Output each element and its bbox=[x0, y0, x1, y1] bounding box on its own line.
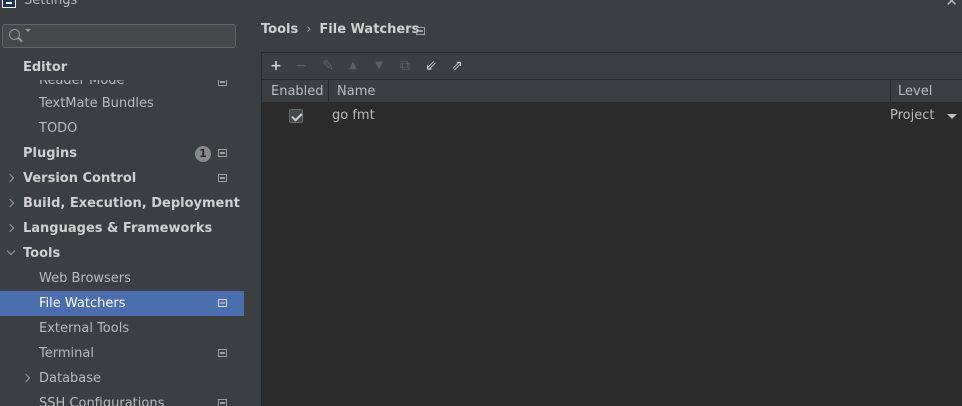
breadcrumb-parent[interactable]: Tools bbox=[261, 22, 298, 37]
table-header: Enabled Name Level bbox=[262, 79, 962, 103]
chevron-down-icon[interactable] bbox=[947, 114, 957, 119]
copy-icon[interactable]: ⧉ bbox=[396, 57, 414, 75]
window-title: Settings bbox=[24, 0, 78, 8]
sidebar-item-label: Plugins bbox=[23, 146, 77, 161]
breadcrumb: Tools › File Watchers bbox=[261, 22, 419, 37]
breadcrumb-separator: › bbox=[306, 22, 312, 37]
update-count-badge: 1 bbox=[195, 146, 211, 162]
sidebar-item-textmate-bundles[interactable]: TextMate Bundles bbox=[0, 91, 244, 116]
sidebar-item-label: Web Browsers bbox=[39, 271, 131, 286]
project-scope-icon bbox=[218, 149, 227, 157]
sidebar-item-external-tools[interactable]: External Tools bbox=[0, 316, 244, 341]
sidebar-item-version-control[interactable]: Version Control bbox=[0, 166, 244, 191]
search-icon bbox=[9, 29, 20, 40]
sidebar-item-build-execution-deployment[interactable]: Build, Execution, Deployment bbox=[0, 191, 244, 216]
sidebar-item-tools[interactable]: Tools bbox=[0, 241, 244, 266]
export-icon[interactable]: ⇗ bbox=[448, 57, 466, 75]
project-scope-icon bbox=[416, 27, 425, 35]
sidebar-section-label: Editor bbox=[23, 60, 68, 75]
sidebar-item-label: Database bbox=[39, 371, 102, 386]
chevron-right-icon[interactable] bbox=[5, 198, 15, 208]
chevron-down-icon[interactable] bbox=[6, 246, 16, 256]
chevron-right-icon[interactable] bbox=[21, 373, 31, 383]
watcher-name: go fmt bbox=[332, 108, 375, 123]
chevron-right-icon[interactable] bbox=[5, 173, 15, 183]
sidebar-item-ssh-configurations[interactable]: SSH Configurations bbox=[0, 391, 244, 406]
sidebar-item-label: File Watchers bbox=[39, 296, 126, 311]
column-header-enabled[interactable]: Enabled bbox=[271, 84, 324, 99]
import-icon[interactable]: ⇙ bbox=[422, 57, 440, 75]
breadcrumb-current: File Watchers bbox=[319, 22, 420, 37]
settings-content: Tools › File Watchers + − ✎ ▲ ▼ ⧉ ⇙ ⇗ Enab… bbox=[244, 10, 962, 406]
sidebar-item-languages-frameworks[interactable]: Languages & Frameworks bbox=[0, 216, 244, 241]
sidebar-item-todo[interactable]: TODO bbox=[0, 116, 244, 141]
settings-sidebar: Editor Reader Mode TextMate Bundles TODO… bbox=[0, 10, 244, 406]
project-scope-icon bbox=[218, 399, 227, 406]
remove-icon[interactable]: − bbox=[292, 57, 310, 75]
project-scope-icon bbox=[218, 299, 227, 307]
move-down-icon[interactable]: ▼ bbox=[370, 57, 388, 75]
sidebar-item-label: Tools bbox=[23, 246, 61, 261]
sidebar-item-label: Languages & Frameworks bbox=[23, 221, 213, 236]
edit-icon[interactable]: ✎ bbox=[319, 57, 337, 75]
sidebar-item-label: Terminal bbox=[39, 346, 94, 361]
close-icon[interactable]: ✕ bbox=[945, 0, 958, 10]
project-scope-icon bbox=[218, 174, 227, 182]
search-input[interactable] bbox=[2, 24, 236, 48]
column-divider[interactable] bbox=[890, 80, 891, 103]
window-titlebar: Settings ✕ bbox=[0, 0, 962, 10]
sidebar-item-label: TODO bbox=[39, 121, 78, 136]
chevron-right-icon[interactable] bbox=[5, 223, 15, 233]
table-row[interactable]: go fmt Project bbox=[262, 103, 962, 128]
app-icon bbox=[2, 0, 16, 8]
column-header-name[interactable]: Name bbox=[337, 84, 375, 99]
column-divider[interactable] bbox=[328, 80, 329, 103]
add-icon[interactable]: + bbox=[267, 57, 285, 75]
sidebar-item-plugins[interactable]: Plugins 1 bbox=[0, 141, 244, 166]
sidebar-item-database[interactable]: Database bbox=[0, 366, 244, 391]
sidebar-item-label: Version Control bbox=[23, 171, 137, 186]
sidebar-item-label: SSH Configurations bbox=[39, 396, 165, 406]
sidebar-item-web-browsers[interactable]: Web Browsers bbox=[0, 266, 244, 291]
sidebar-item-label: TextMate Bundles bbox=[39, 96, 154, 111]
sidebar-item-terminal[interactable]: Terminal bbox=[0, 341, 244, 366]
column-header-level[interactable]: Level bbox=[898, 84, 932, 99]
file-watchers-table: Enabled Name Level go fmt Project bbox=[262, 79, 962, 406]
move-up-icon[interactable]: ▲ bbox=[344, 57, 362, 75]
enabled-checkbox[interactable] bbox=[289, 109, 303, 123]
project-scope-icon bbox=[218, 349, 227, 357]
table-toolbar: + − ✎ ▲ ▼ ⧉ ⇙ ⇗ bbox=[262, 53, 962, 79]
level-select[interactable]: Project bbox=[890, 108, 934, 123]
sidebar-item-label: Build, Execution, Deployment bbox=[23, 196, 240, 211]
sidebar-item-label: External Tools bbox=[39, 321, 130, 336]
sidebar-item-file-watchers[interactable]: File Watchers bbox=[0, 291, 244, 316]
sidebar-section-editor[interactable]: Editor bbox=[0, 56, 244, 80]
file-watchers-panel: + − ✎ ▲ ▼ ⧉ ⇙ ⇗ Enabled Name Level go fm… bbox=[261, 52, 962, 406]
